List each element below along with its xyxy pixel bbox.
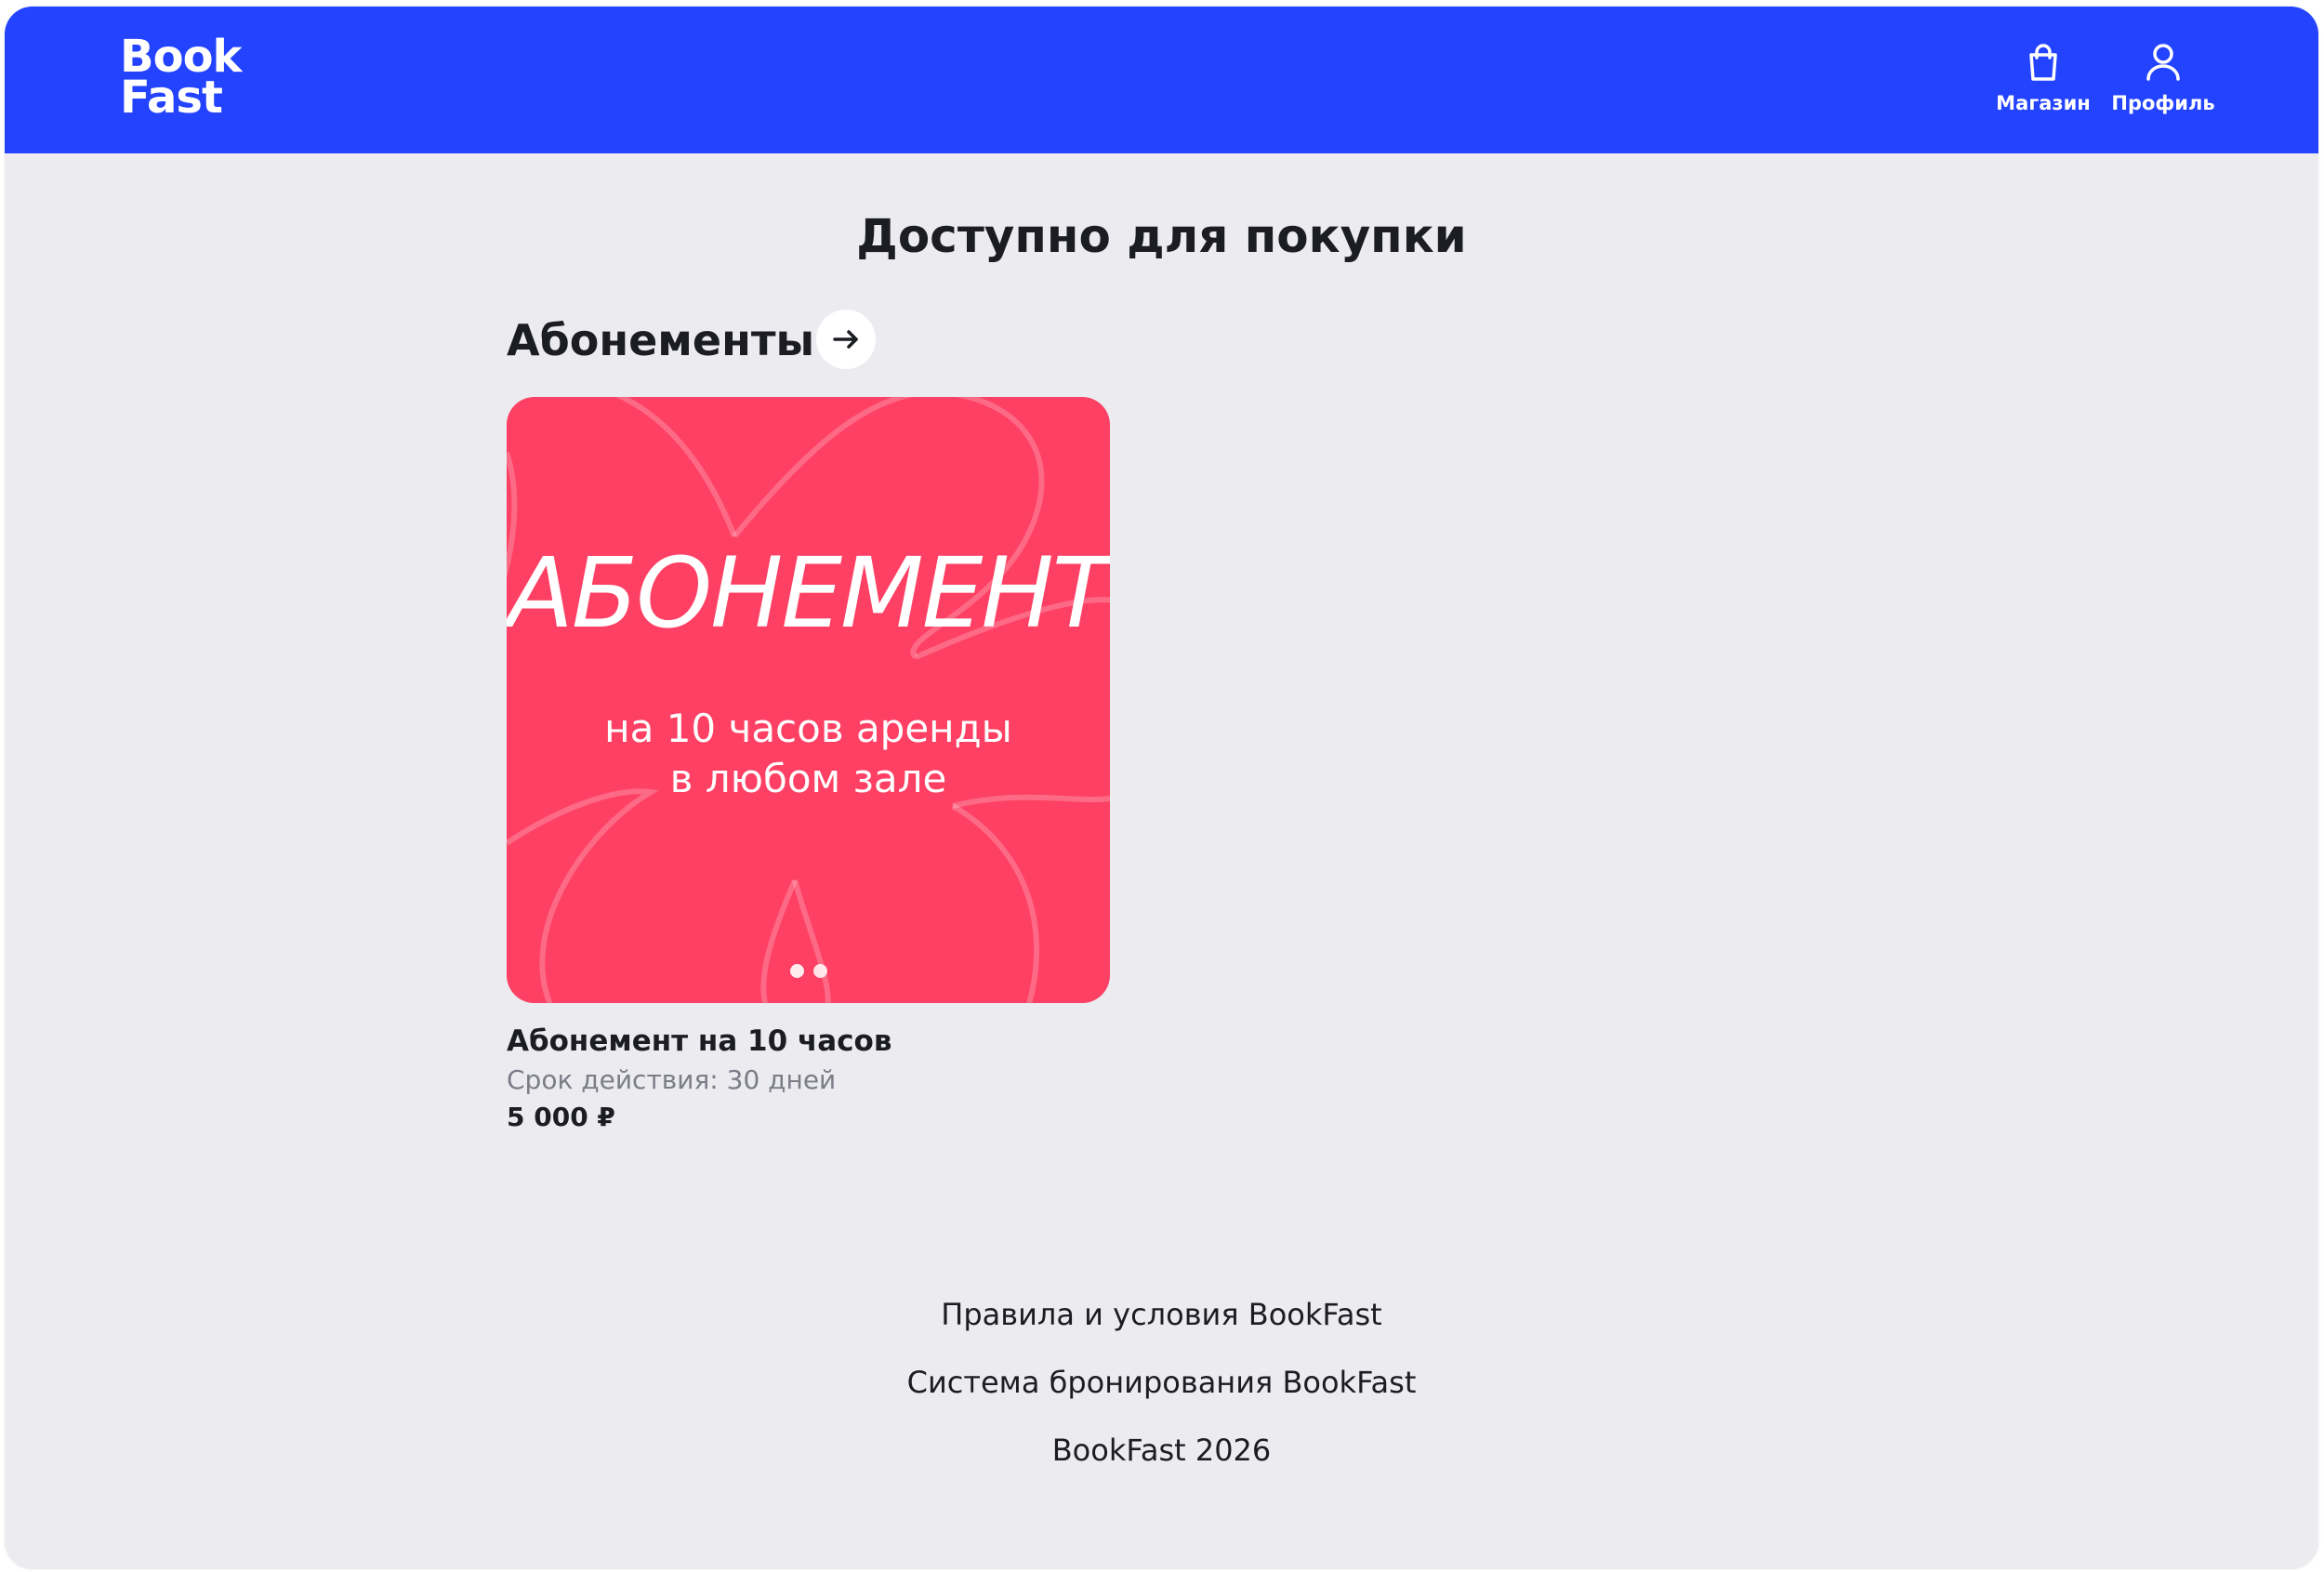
nav-profile[interactable]: Профиль bbox=[2107, 42, 2219, 135]
product-price: 5 000 ₽ bbox=[507, 1102, 615, 1132]
nav-shop-label: Магазин bbox=[1996, 92, 2091, 114]
carousel-dot-2[interactable] bbox=[812, 964, 827, 978]
top-header: Book Fast Магазин Профиль bbox=[5, 7, 2318, 153]
card-decorative-petals bbox=[507, 397, 1110, 1003]
product-card-image[interactable]: АБОНЕМЕНТ на 10 часов аренды в любом зал… bbox=[507, 397, 1110, 1003]
carousel-dot-1[interactable] bbox=[789, 964, 804, 978]
footer-copyright: BookFast 2026 bbox=[1051, 1433, 1272, 1468]
user-icon bbox=[2107, 42, 2219, 83]
product-name[interactable]: Абонемент на 10 часов bbox=[507, 1024, 891, 1058]
app-window: Book Fast Магазин Профиль Доступно для п… bbox=[5, 7, 2318, 1569]
product-validity: Срок действия: 30 дней bbox=[507, 1064, 837, 1095]
logo-line-2: Fast bbox=[120, 72, 223, 124]
bookfast-logo[interactable]: Book Fast bbox=[120, 34, 269, 129]
card-subtitle: на 10 часов аренды в любом зале bbox=[507, 704, 1110, 804]
carousel-dots bbox=[507, 964, 1110, 983]
nav-profile-label: Профиль bbox=[2111, 92, 2215, 114]
footer-booking-system-link[interactable]: Система бронирования BookFast bbox=[5, 1365, 2318, 1400]
card-subtitle-line-2: в любом зале bbox=[669, 756, 947, 801]
card-subtitle-line-1: на 10 часов аренды bbox=[604, 706, 1012, 751]
shopping-bag-icon bbox=[1987, 42, 2099, 83]
section-open-button[interactable] bbox=[816, 310, 876, 369]
section-title: Абонементы bbox=[507, 315, 815, 365]
nav-shop[interactable]: Магазин bbox=[1987, 42, 2099, 135]
card-headline: АБОНЕМЕНТ bbox=[507, 536, 1110, 650]
page-title: Доступно для покупки bbox=[856, 209, 1467, 263]
footer-terms-link[interactable]: Правила и условия BookFast bbox=[5, 1297, 2318, 1332]
